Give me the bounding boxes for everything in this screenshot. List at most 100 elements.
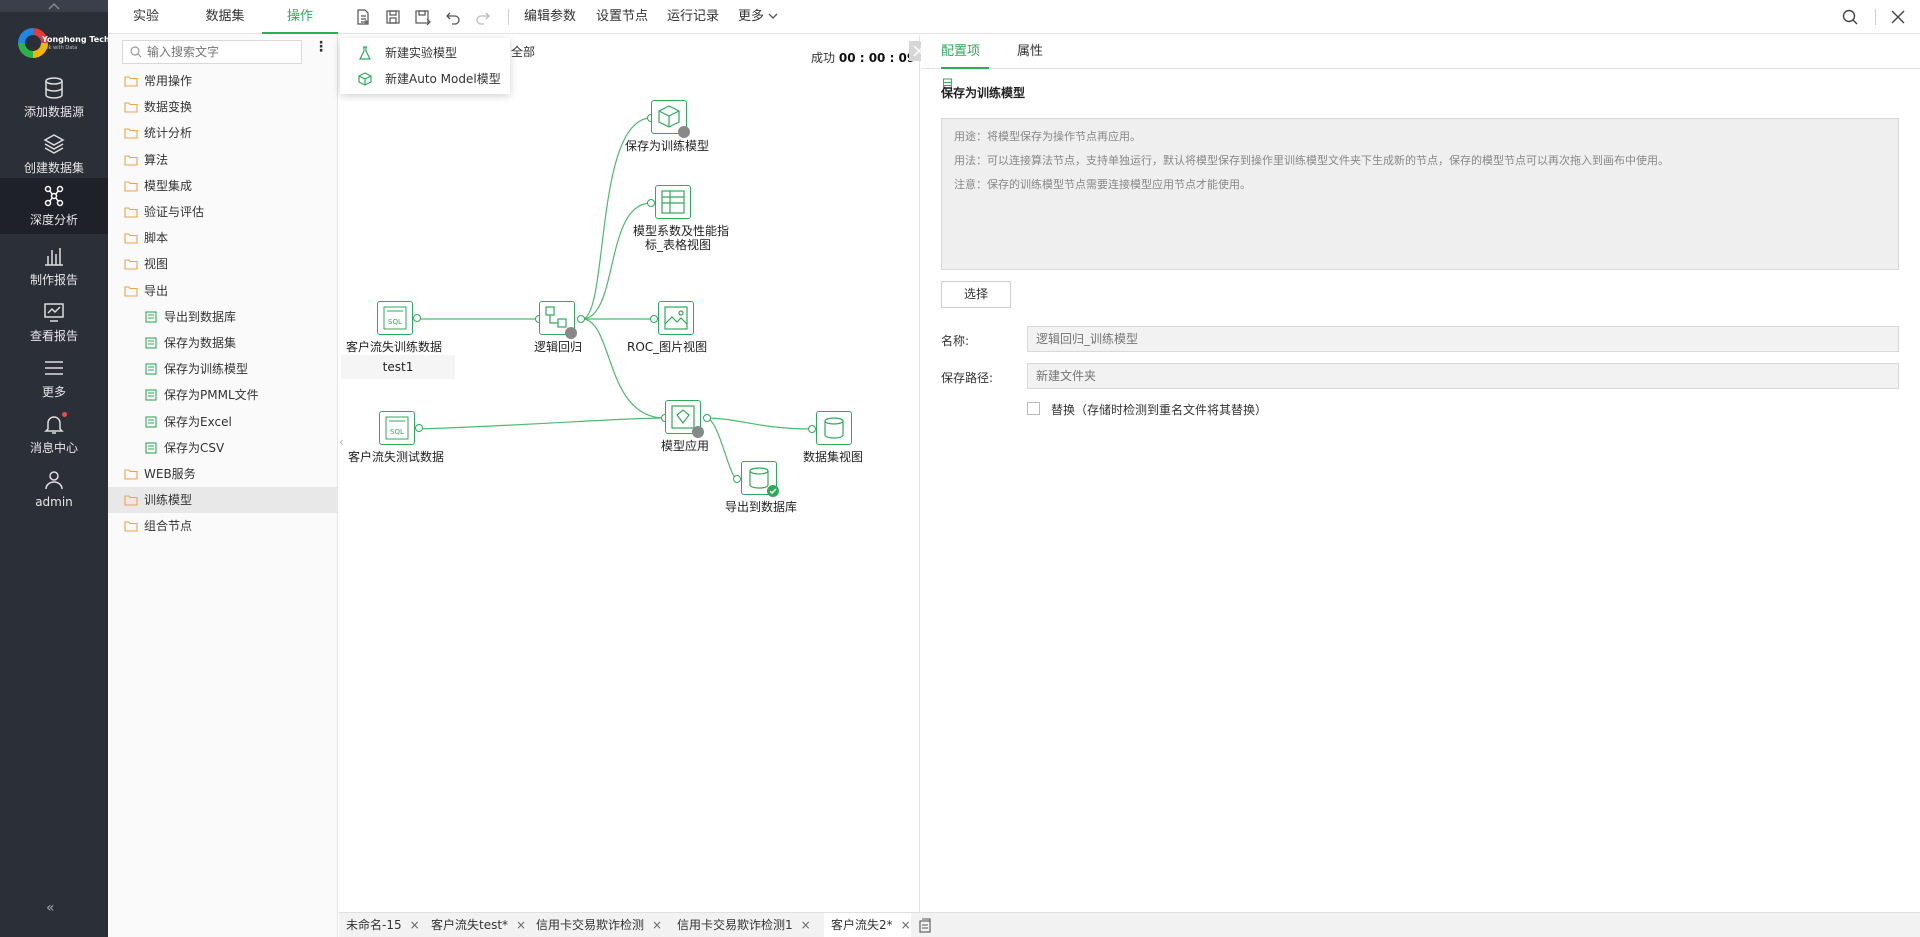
search-input[interactable]	[147, 44, 297, 60]
nav-item-messages[interactable]: 消息中心	[0, 406, 108, 462]
new-file-icon[interactable]	[354, 8, 372, 26]
close-tab-icon[interactable]: ×	[801, 918, 811, 932]
tree-label: 保存为训练模型	[164, 362, 249, 377]
set-node-button[interactable]: 设置节点	[596, 0, 648, 34]
tree-label: 算法	[144, 152, 169, 167]
tree-node[interactable]: 导出到数据库	[108, 304, 338, 330]
document-tab[interactable]: 信用卡交易欺诈检测1 ×	[670, 913, 811, 937]
nav-collapse-button[interactable]: «	[46, 900, 55, 916]
folder-icon	[124, 207, 138, 218]
close-tab-icon[interactable]: ×	[410, 918, 420, 932]
select-button[interactable]: 选择	[941, 281, 1011, 308]
tree-node[interactable]: 保存为CSV	[108, 435, 338, 461]
path-label: 保存路径:	[941, 371, 994, 385]
nav-item-user[interactable]: admin	[0, 462, 108, 518]
tree-folder[interactable]: 组合节点	[108, 513, 338, 539]
tree-folder[interactable]: 统计分析	[108, 120, 338, 146]
more-options-icon[interactable]: ⋮	[314, 40, 328, 58]
node-icon	[145, 442, 157, 454]
tree-label: WEB服务	[144, 467, 196, 481]
output-port[interactable]	[703, 414, 711, 422]
node-icon	[145, 337, 157, 349]
document-tab[interactable]: 信用卡交易欺诈检测 ×	[529, 913, 662, 937]
tree-label: 数据变换	[144, 100, 193, 115]
input-port[interactable]	[647, 199, 655, 207]
tab-config[interactable]: 配置项目	[941, 35, 989, 93]
desc-method: 用法：可以连接算法节点，支持单独运行，默认将模型保存到操作里训练模型文件夹下生成…	[954, 154, 1669, 167]
edit-params-button[interactable]: 编辑参数	[524, 0, 576, 34]
path-field[interactable]	[1027, 363, 1899, 389]
tree-node[interactable]: 保存为数据集	[108, 330, 338, 356]
properties-panel: 配置项目 属性 保存为训练模型 用途：将模型保存为操作节点再应用。 用法：可以连…	[921, 35, 1920, 912]
tab-experiment[interactable]: 实验	[126, 0, 166, 34]
output-port[interactable]	[577, 315, 585, 323]
node-icon	[145, 311, 157, 323]
nav-item-make-report[interactable]: 制作报告	[0, 238, 108, 294]
tree-folder[interactable]: 脚本	[108, 225, 338, 251]
dataset-view-icon	[816, 411, 852, 445]
image-view-icon	[658, 301, 694, 335]
tree-folder[interactable]: 导出	[108, 278, 338, 304]
tree-folder[interactable]: 算法	[108, 147, 338, 173]
tab-list-icon[interactable]	[918, 918, 932, 933]
redo-icon[interactable]	[474, 8, 492, 26]
close-icon[interactable]	[1889, 8, 1907, 26]
run-log-button[interactable]: 运行记录	[667, 0, 719, 34]
svg-text:SQL: SQL	[388, 318, 402, 326]
tree-label: 导出	[144, 283, 169, 298]
document-tab[interactable]: 客户流失2* ×	[824, 913, 911, 937]
tree-folder[interactable]: 视图	[108, 251, 338, 277]
tab-label: 未命名-15	[346, 918, 402, 932]
nav-item-deep-analysis[interactable]: 深度分析	[0, 178, 108, 234]
more-menu-button[interactable]: 更多	[738, 0, 778, 34]
tab-attributes[interactable]: 属性	[1017, 35, 1043, 69]
undo-icon[interactable]	[444, 8, 462, 26]
tab-dataset[interactable]: 数据集	[200, 0, 250, 34]
tree-folder[interactable]: 模型集成	[108, 173, 338, 199]
save-icon[interactable]	[384, 8, 402, 26]
tree-folder[interactable]: 常用操作	[108, 68, 338, 94]
nav-item-more[interactable]: 更多	[0, 350, 108, 406]
tab-operation[interactable]: 操作	[262, 0, 338, 34]
close-tab-icon[interactable]: ×	[516, 918, 526, 932]
tree-folder[interactable]: 数据变换	[108, 94, 338, 120]
document-tab[interactable]: 未命名-15 ×	[339, 913, 420, 937]
document-tab[interactable]: 客户流失test* ×	[424, 913, 526, 937]
node-label: 客户流失测试数据	[348, 450, 445, 464]
more-label: 更多	[738, 9, 765, 24]
flask-icon	[359, 46, 371, 60]
menu-item-new-experiment[interactable]: 新建实验模型	[340, 40, 510, 66]
nav-scroll-up[interactable]	[0, 0, 108, 12]
tree-node[interactable]: 保存为训练模型	[108, 356, 338, 382]
status-success-icon	[767, 485, 779, 497]
input-port[interactable]	[650, 315, 658, 323]
output-port[interactable]	[413, 314, 421, 322]
node-label: 客户流失训练数据	[346, 340, 443, 354]
nav-item-add-datasource[interactable]: 添加数据源	[0, 70, 108, 126]
table-view-icon	[655, 185, 691, 219]
input-port[interactable]	[808, 425, 816, 433]
node-label: 逻辑回归	[534, 340, 583, 354]
close-tab-icon[interactable]: ×	[901, 918, 911, 932]
tree-folder[interactable]: 训练模型	[108, 487, 338, 514]
replace-checkbox[interactable]	[1027, 402, 1040, 415]
tree-folder[interactable]: WEB服务	[108, 461, 338, 487]
close-tab-icon[interactable]: ×	[652, 918, 662, 932]
edge-test-apply	[417, 417, 666, 430]
name-field[interactable]	[1027, 326, 1899, 352]
tree-node[interactable]: 保存为Excel	[108, 409, 338, 435]
tree-node[interactable]: 保存为PMML文件	[108, 382, 338, 408]
folder-icon	[124, 495, 138, 506]
nav-item-create-dataset[interactable]: 创建数据集	[0, 126, 108, 182]
menu-item-new-automodel[interactable]: 新建Auto Model模型	[340, 66, 510, 92]
search-icon[interactable]	[1841, 8, 1859, 26]
experiment-canvas[interactable]: 全部 成功 00 : 00 : 09 ‹ SQL 客户流失训练数据 test1 …	[339, 35, 929, 912]
tree-folder[interactable]: 验证与评估	[108, 199, 338, 225]
edge-logistic-coef	[581, 202, 652, 320]
save-as-icon[interactable]	[414, 8, 432, 26]
search-icon	[130, 46, 142, 58]
input-port[interactable]	[733, 475, 741, 483]
output-port[interactable]	[415, 424, 423, 432]
nav-item-view-report[interactable]: 查看报告	[0, 294, 108, 350]
tree-label: 训练模型	[144, 493, 193, 508]
